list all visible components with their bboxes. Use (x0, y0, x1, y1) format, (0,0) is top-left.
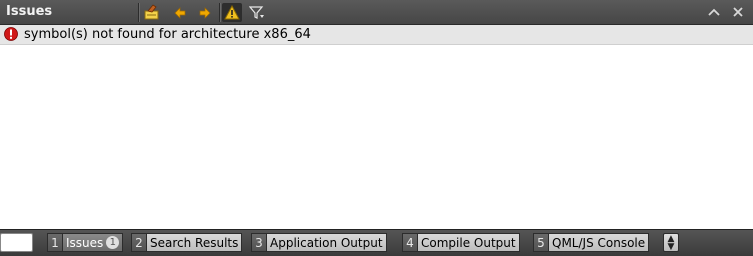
tab-compile-output[interactable]: 4 Compile Output (402, 233, 520, 252)
tab-number: 4 (402, 233, 417, 252)
tab-number: 1 (47, 233, 62, 252)
issue-count-badge: 1 (106, 236, 120, 249)
tab-issues-label: Issues (66, 235, 104, 250)
tab-label: Application Output (266, 233, 387, 252)
tab-label: QML/JS Console (548, 233, 650, 252)
tab-number: 3 (251, 233, 266, 252)
tab-number: 2 (131, 233, 146, 252)
issues-panel-header: Issues (0, 0, 753, 25)
issues-list[interactable]: symbol(s) not found for architecture x86… (0, 25, 753, 229)
tab-issues[interactable]: 1 Issues 1 (47, 233, 124, 252)
error-icon (4, 27, 18, 41)
tab-label: Compile Output (417, 233, 520, 252)
tab-search-results[interactable]: 2 Search Results (131, 233, 243, 252)
maximize-panel-icon[interactable] (705, 4, 723, 20)
tab-label: Issues 1 (62, 233, 124, 252)
issue-row[interactable]: symbol(s) not found for architecture x86… (0, 25, 753, 45)
clean-issues-icon[interactable] (143, 3, 163, 22)
previous-item-icon[interactable] (170, 3, 190, 22)
tab-qml-js-console[interactable]: 5 QML/JS Console (533, 233, 650, 252)
next-item-icon[interactable] (195, 3, 215, 22)
tab-number: 5 (533, 233, 548, 252)
filter-input[interactable] (0, 233, 33, 252)
issue-message: symbol(s) not found for architecture x86… (24, 27, 311, 42)
tab-label: Search Results (146, 233, 243, 252)
toolbar-separator (219, 3, 220, 22)
warnings-filter-icon[interactable] (222, 3, 242, 22)
close-panel-icon[interactable] (729, 4, 747, 20)
toolbar-separator (138, 3, 139, 22)
tab-application-output[interactable]: 3 Application Output (251, 233, 387, 252)
more-panes-stepper-icon[interactable]: ▲ ▼ (663, 233, 679, 252)
output-pane-bar: 1 Issues 1 2 Search Results 3 Applicatio… (0, 229, 753, 256)
panel-title: Issues (6, 4, 53, 19)
filter-icon[interactable] (247, 3, 267, 22)
